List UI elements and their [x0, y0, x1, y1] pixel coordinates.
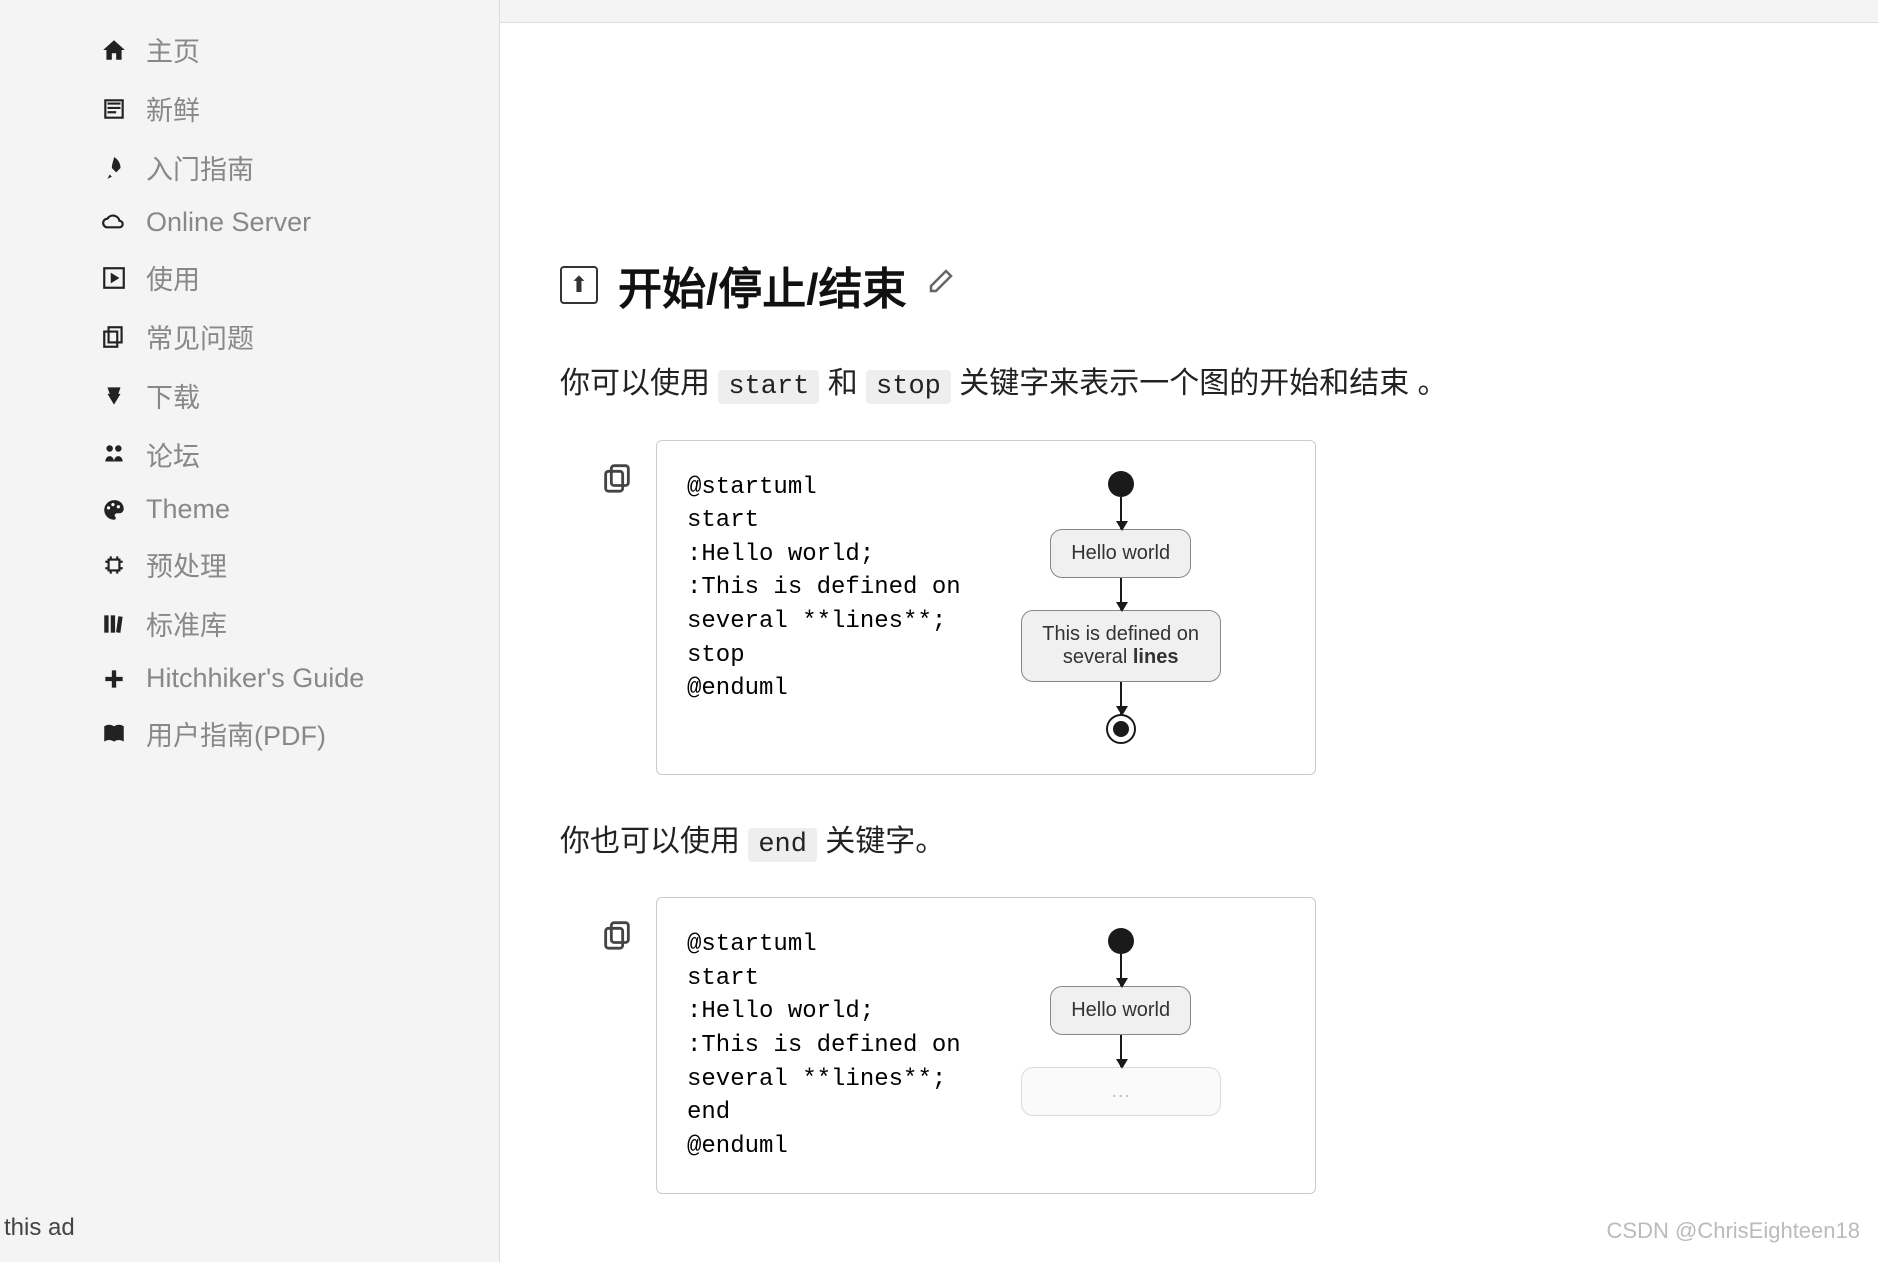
sidebar-item-label: Online Server [146, 207, 311, 238]
example-1: @startuml start :Hello world; :This is d… [600, 440, 1818, 775]
text: several [1063, 646, 1133, 668]
play-icon [100, 264, 128, 292]
news-icon [100, 95, 128, 123]
diagram-2: Hello world … [1021, 928, 1221, 1163]
text-bold: lines [1133, 646, 1179, 668]
sidebar-item-theme[interactable]: Theme [100, 484, 479, 535]
sidebar-item-stdlib[interactable]: 标准库 [100, 594, 479, 653]
book-icon [100, 720, 128, 748]
copy-icon[interactable] [600, 917, 636, 953]
home-icon [100, 36, 128, 64]
sidebar-item-download[interactable]: 下载 [100, 366, 479, 425]
forum-icon [100, 441, 128, 469]
text: 关键字。 [825, 825, 945, 858]
watermark: CSDN @ChrisEighteen18 [1607, 1218, 1860, 1244]
start-node [1108, 928, 1134, 954]
plus-icon [100, 665, 128, 693]
text: 你可以使用 [560, 367, 718, 400]
code-end: end [748, 828, 817, 862]
start-node [1108, 471, 1134, 497]
sidebar-item-news[interactable]: 新鲜 [100, 79, 479, 138]
paragraph-1: 你可以使用 start 和 stop 关键字来表示一个图的开始和结束 。 [560, 357, 1818, 412]
sidebar: 主页 新鲜 入门指南 Online Server 使用 常见问题 下载 论坛 [80, 0, 500, 1262]
sidebar-item-forum[interactable]: 论坛 [100, 425, 479, 484]
activity-node-partial: … [1021, 1067, 1221, 1116]
sidebar-item-guide[interactable]: 入门指南 [100, 138, 479, 197]
example-2: @startuml start :Hello world; :This is d… [600, 897, 1818, 1194]
sidebar-item-label: Hitchhiker's Guide [146, 663, 364, 694]
code-card: @startuml start :Hello world; :This is d… [656, 440, 1316, 775]
diagram-1: Hello world This is defined on several l… [1021, 471, 1221, 744]
text: 关键字来表示一个图的开始和结束 。 [959, 367, 1447, 400]
paragraph-2: 你也可以使用 end 关键字。 [560, 815, 1818, 870]
copy-icon [100, 323, 128, 351]
ad-text: this ad [4, 1214, 75, 1242]
sidebar-item-online-server[interactable]: Online Server [100, 197, 479, 248]
anchor-icon: ⬆ [560, 266, 598, 304]
sidebar-item-label: 预处理 [146, 545, 227, 584]
sidebar-item-preprocess[interactable]: 预处理 [100, 535, 479, 594]
edit-icon[interactable] [926, 266, 956, 304]
text: 和 [828, 367, 866, 400]
sidebar-item-label: 用户指南(PDF) [146, 714, 326, 753]
main-content: ⬆ 开始/停止/结束 你可以使用 start 和 stop 关键字来表示一个图的… [500, 22, 1878, 1262]
sidebar-item-hitchhiker[interactable]: Hitchhiker's Guide [100, 653, 479, 704]
code-stop: stop [866, 370, 951, 404]
books-icon [100, 610, 128, 638]
sidebar-item-label: 下载 [146, 376, 200, 415]
stop-node [1106, 714, 1136, 744]
code-start: start [718, 370, 819, 404]
sidebar-item-label: Theme [146, 494, 230, 525]
page-title: 开始/停止/结束 [618, 253, 906, 317]
sidebar-item-label: 常见问题 [146, 317, 254, 356]
sidebar-item-label: 论坛 [146, 435, 200, 474]
code-block: @startuml start :Hello world; :This is d… [687, 928, 961, 1163]
sidebar-item-label: 标准库 [146, 604, 227, 643]
rocket-icon [100, 154, 128, 182]
sidebar-item-label: 主页 [146, 30, 200, 69]
sidebar-item-home[interactable]: 主页 [100, 20, 479, 79]
activity-node: This is defined on several lines [1021, 610, 1221, 682]
sidebar-item-usage[interactable]: 使用 [100, 248, 479, 307]
chip-icon [100, 551, 128, 579]
code-card: @startuml start :Hello world; :This is d… [656, 897, 1316, 1194]
cloud-icon [100, 209, 128, 237]
sidebar-item-label: 新鲜 [146, 89, 200, 128]
text: 你也可以使用 [560, 825, 748, 858]
palette-icon [100, 496, 128, 524]
text: This is defined on [1042, 623, 1199, 645]
code-block: @startuml start :Hello world; :This is d… [687, 471, 961, 744]
activity-node: Hello world [1050, 986, 1191, 1035]
download-icon [100, 382, 128, 410]
activity-node: Hello world [1050, 529, 1191, 578]
sidebar-item-label: 使用 [146, 258, 200, 297]
copy-icon[interactable] [600, 460, 636, 496]
sidebar-item-label: 入门指南 [146, 148, 254, 187]
sidebar-item-faq[interactable]: 常见问题 [100, 307, 479, 366]
sidebar-item-userguide[interactable]: 用户指南(PDF) [100, 704, 479, 763]
